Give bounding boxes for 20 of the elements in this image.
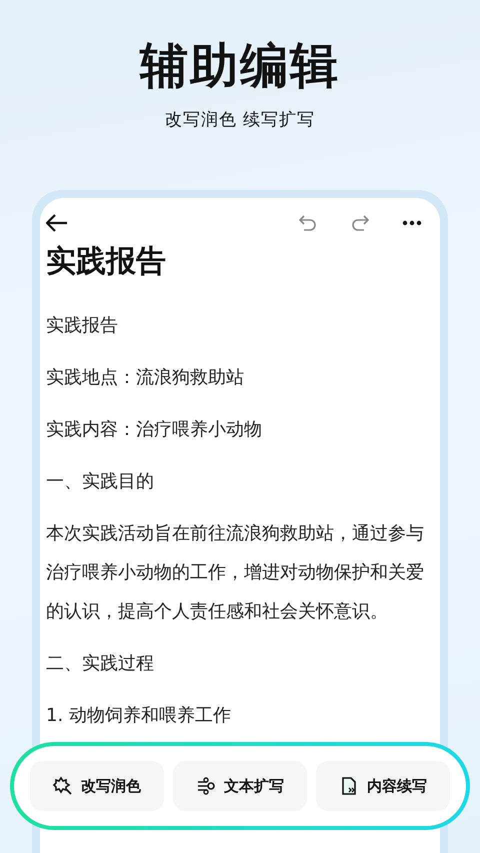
action-button[interactable]: 改写润色 bbox=[30, 761, 164, 811]
document-paragraph: 二、实践过程 bbox=[46, 652, 155, 676]
sparkle-pen-icon bbox=[53, 776, 73, 796]
action-button[interactable]: 内容续写 bbox=[316, 761, 450, 811]
document-paragraph: 实践报告 bbox=[46, 314, 119, 338]
undo-icon[interactable] bbox=[298, 213, 318, 233]
page-subtitle: 改写润色 续写扩写 bbox=[164, 109, 316, 131]
back-arrow-icon[interactable] bbox=[46, 214, 68, 232]
document-paragraph: 实践内容：治疗喂养小动物 bbox=[46, 418, 263, 442]
action-button[interactable]: 文本扩写 bbox=[173, 761, 307, 811]
page-title: 辅助编辑 bbox=[140, 37, 340, 96]
document-paragraph: 一、实践目的 bbox=[46, 470, 155, 494]
document-title: 实践报告 bbox=[46, 243, 167, 281]
redo-icon[interactable] bbox=[350, 213, 370, 233]
document-paragraph: 本次实践活动旨在前往流浪狗救助站，通过参与治疗喂养小动物的工作，增进对动物保护和关爱的认识，提高个人责任感和社会关怀意识。 bbox=[46, 522, 425, 624]
lines-icon bbox=[196, 776, 216, 796]
document-paragraph: 1. 动物饲养和喂养工作 bbox=[46, 704, 232, 728]
document-paragraph: 实践地点：流浪狗救助站 bbox=[46, 366, 245, 390]
document-icon bbox=[339, 776, 359, 796]
more-icon[interactable] bbox=[402, 220, 422, 226]
